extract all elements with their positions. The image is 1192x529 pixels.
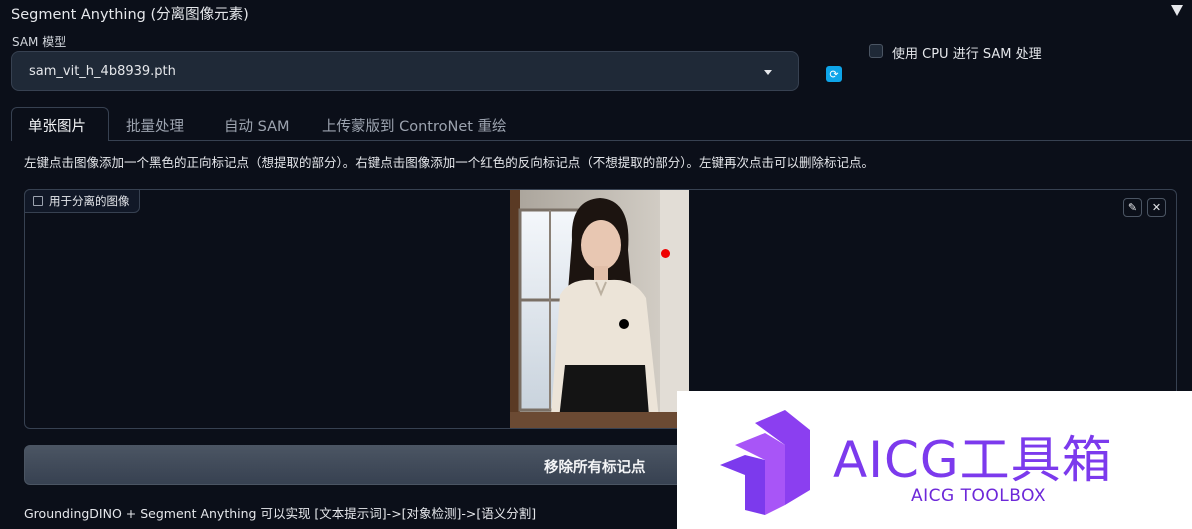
cpu-checkbox-label[interactable]: 使用 CPU 进行 SAM 处理	[892, 43, 1042, 62]
cpu-checkbox[interactable]	[869, 44, 883, 58]
sam-model-dropdown[interactable]: sam_vit_h_4b8939.pth	[11, 51, 799, 91]
negative-marker-point[interactable]	[661, 249, 670, 258]
refresh-icon[interactable]: ⟳	[826, 66, 842, 82]
sam-model-label: SAM 模型	[12, 35, 67, 49]
image-panel-label: 用于分离的图像	[24, 189, 140, 213]
image-panel-label-text: 用于分离的图像	[49, 194, 130, 208]
edit-icon[interactable]: ✎	[1123, 198, 1142, 217]
remove-all-markers-label: 移除所有标记点	[544, 460, 646, 476]
section-title: Segment Anything (分离图像元素)	[11, 7, 249, 23]
tab-auto-sam[interactable]: 自动 SAM	[224, 115, 290, 136]
watermark-title: AICG工具箱	[833, 431, 1113, 489]
tab-batch[interactable]: 批量处理	[126, 115, 184, 136]
watermark-logo-icon	[720, 410, 810, 515]
image-icon	[33, 196, 43, 206]
positive-marker-point[interactable]	[619, 319, 629, 329]
groundingdino-info-text: GroundingDINO + Segment Anything 可以实现 [文…	[24, 506, 537, 521]
instructions-text: 左键点击图像添加一个黑色的正向标记点（想提取的部分）。右键点击图像添加一个红色的…	[24, 155, 875, 170]
tab-single-image[interactable]: 单张图片	[28, 115, 86, 136]
watermark-subtitle: AICG TOOLBOX	[911, 486, 1047, 506]
sam-model-value: sam_vit_h_4b8939.pth	[29, 64, 176, 79]
uploaded-image[interactable]	[510, 190, 689, 428]
tab-upload-mask-controlnet[interactable]: 上传蒙版到 ControNet 重绘	[322, 115, 507, 136]
chevron-down-icon	[764, 70, 772, 75]
close-icon[interactable]: ✕	[1147, 198, 1166, 217]
collapse-triangle-icon[interactable]	[1171, 5, 1183, 16]
tab-divider	[109, 140, 1192, 141]
